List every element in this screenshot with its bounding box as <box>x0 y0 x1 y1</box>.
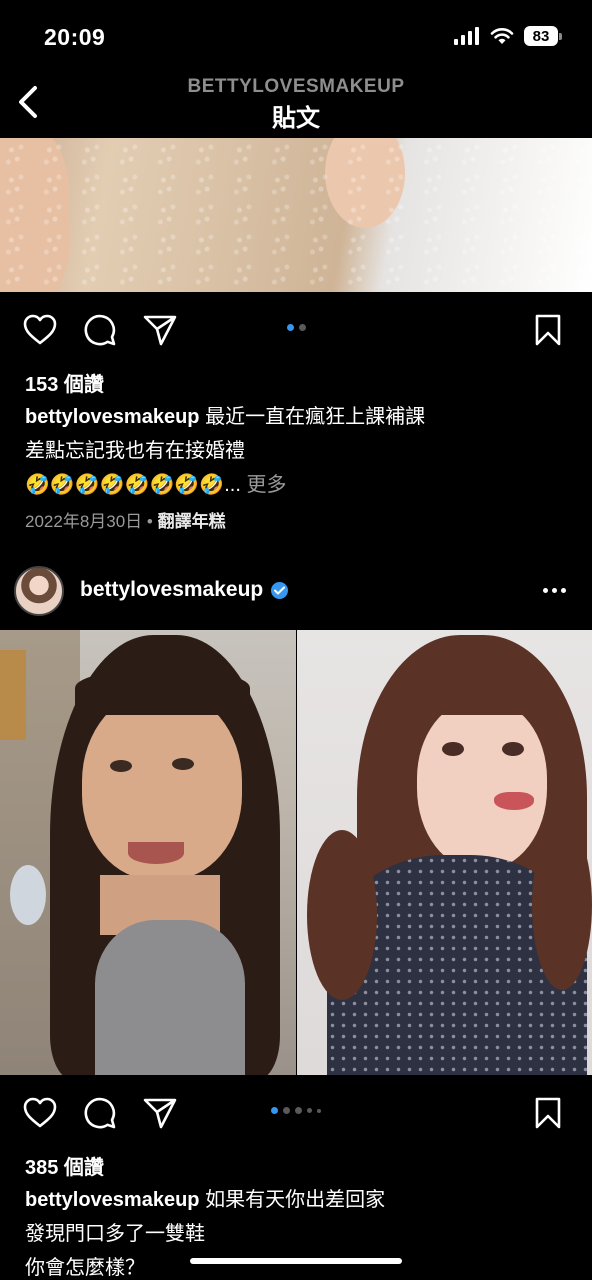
battery-level: 83 <box>524 26 558 46</box>
post2-caption: bettylovesmakeup 如果有天你出差回家 發現門口多了一雙鞋 你會怎… <box>25 1183 570 1280</box>
status-bar: 20:09 83 <box>0 0 592 70</box>
caption-text: 差點忘記我也有在接婚禮 <box>25 440 245 462</box>
post1-caption: bettylovesmakeup 最近一直在瘋狂上課補課 差點忘記我也有在接婚禮… <box>25 400 570 502</box>
after-photo <box>297 630 592 1075</box>
post-date: 2022年8月30日 <box>25 512 143 531</box>
caption-text: 你會怎麼樣？ <box>25 1257 145 1279</box>
meta-separator: • <box>146 512 153 531</box>
carousel-indicator <box>0 324 592 331</box>
caption-text: 最近一直在瘋狂上課補課 <box>205 406 426 428</box>
battery-icon: 83 <box>524 26 562 46</box>
avatar[interactable] <box>14 566 64 616</box>
signal-icon <box>454 27 479 45</box>
caption-username[interactable]: bettylovesmakeup <box>25 406 200 428</box>
post1-meta: 2022年8月30日 • 翻譯年糕 <box>25 507 226 532</box>
post1-likes[interactable]: 153 個讚 <box>25 368 104 397</box>
post-username[interactable]: bettylovesmakeup <box>80 578 263 602</box>
page-title: 貼文 <box>272 105 320 132</box>
verified-icon <box>271 581 289 599</box>
wifi-icon <box>490 28 514 44</box>
caption-text: 如果有天你出差回家 <box>205 1189 386 1211</box>
post2-header: bettylovesmakeup <box>0 558 592 630</box>
post2-photo[interactable] <box>0 630 592 1075</box>
post2-action-bar <box>0 1075 592 1147</box>
carousel-indicator <box>0 1107 592 1114</box>
caption-username[interactable]: bettylovesmakeup <box>25 1189 200 1211</box>
bookmark-icon[interactable] <box>530 1095 566 1131</box>
post2-likes[interactable]: 385 個讚 <box>25 1151 104 1180</box>
caption-text: 🤣🤣🤣🤣🤣🤣🤣🤣... <box>25 474 241 496</box>
nav-header: BETTYLOVESMAKEUP 貼文 <box>0 70 592 138</box>
header-username: BETTYLOVESMAKEUP <box>187 76 405 97</box>
post2-username-row[interactable]: bettylovesmakeup <box>80 578 289 602</box>
post1-photo[interactable] <box>0 138 592 292</box>
status-time: 20:09 <box>44 24 106 50</box>
status-indicators: 83 <box>454 26 562 46</box>
more-link[interactable]: 更多 <box>246 474 286 496</box>
home-indicator[interactable] <box>190 1258 402 1264</box>
bookmark-icon[interactable] <box>530 312 566 348</box>
before-photo <box>0 630 296 1075</box>
caption-text: 發現門口多了一雙鞋 <box>25 1223 205 1245</box>
more-icon[interactable] <box>536 578 572 602</box>
translate-link[interactable]: 翻譯年糕 <box>158 512 226 531</box>
post1-action-bar <box>0 292 592 364</box>
